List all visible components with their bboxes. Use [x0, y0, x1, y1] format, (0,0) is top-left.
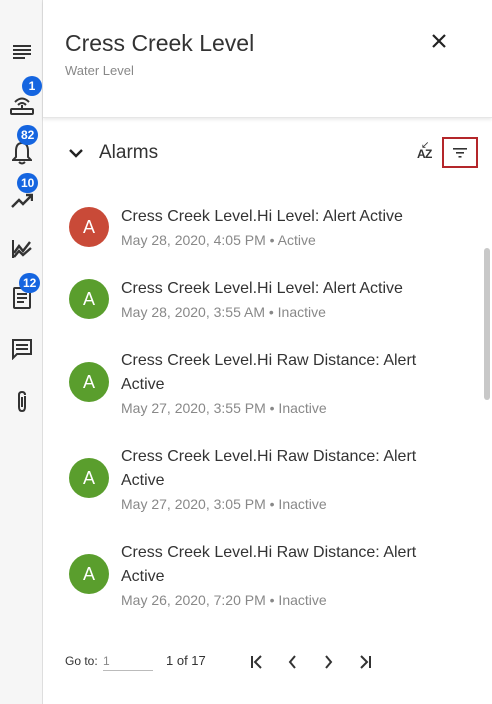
- last-page-button[interactable]: [353, 650, 377, 674]
- report-icon[interactable]: 12: [0, 273, 43, 318]
- section-title: Alarms: [99, 142, 159, 163]
- avatar: A: [69, 554, 109, 594]
- goto-page-input[interactable]: [103, 651, 153, 671]
- alarm-meta: May 26, 2020, 7:20 PM • Inactive: [121, 592, 327, 608]
- avatar: A: [69, 279, 109, 319]
- chevron-left-icon: [288, 655, 296, 669]
- list-scrollbar[interactable]: [484, 248, 490, 400]
- alarms-badge: 82: [17, 125, 39, 145]
- alarms-section-header: Alarms ↙ A Z: [43, 132, 492, 174]
- alarm-meta: May 27, 2020, 3:55 PM • Inactive: [121, 400, 327, 416]
- filter-icon: [453, 147, 467, 158]
- list-item[interactable]: A Cress Creek Level.Hi Raw Distance: Ale…: [43, 334, 473, 428]
- list-item[interactable]: A Cress Creek Level.Hi Raw Distance: Ale…: [43, 526, 473, 620]
- analytics-icon[interactable]: [0, 228, 43, 268]
- first-page-icon: [251, 655, 262, 669]
- message-icon[interactable]: [0, 329, 43, 369]
- sort-az-button[interactable]: ↙ A Z: [413, 140, 437, 166]
- list-item[interactable]: A Cress Creek Level.Hi Level: Alert Acti…: [43, 262, 473, 332]
- page-title: Cress Creek Level: [65, 30, 255, 56]
- chevron-right-icon: [325, 655, 333, 669]
- avatar: A: [69, 207, 109, 247]
- filter-button[interactable]: [442, 137, 478, 168]
- alarm-meta: May 27, 2020, 3:05 PM • Inactive: [121, 496, 327, 512]
- bell-icon[interactable]: 82: [0, 125, 43, 173]
- menu-icon[interactable]: [0, 32, 43, 72]
- collapse-button[interactable]: [65, 142, 87, 164]
- prev-page-button[interactable]: [281, 650, 305, 674]
- panel-header: Cress Creek Level Water Level: [43, 0, 492, 118]
- list-item[interactable]: A Cress Creek Level.Hi Raw Distance: Ale…: [43, 430, 473, 524]
- device-badge: 1: [22, 76, 42, 96]
- next-page-button[interactable]: [316, 650, 340, 674]
- alarm-title: Cress Creek Level.Hi Level: Alert Active: [121, 208, 403, 225]
- reports-badge: 12: [19, 273, 41, 293]
- goto-label: Go to:: [65, 654, 98, 668]
- pagination: Go to: 1 of 17: [43, 646, 492, 678]
- first-page-button[interactable]: [245, 650, 269, 674]
- alarm-title: Cress Creek Level.Hi Raw Distance: Alert…: [121, 448, 417, 489]
- trends-badge: 10: [17, 173, 39, 193]
- alarm-meta: May 28, 2020, 4:05 PM • Active: [121, 232, 316, 248]
- alarm-title: Cress Creek Level.Hi Level: Alert Active: [121, 280, 403, 297]
- left-rail: 1 82 10 12: [0, 0, 43, 704]
- attachment-icon[interactable]: [0, 382, 43, 422]
- last-page-icon: [360, 655, 371, 669]
- device-icon[interactable]: 1: [0, 76, 43, 124]
- trend-icon[interactable]: 10: [0, 173, 43, 220]
- alarm-meta: May 28, 2020, 3:55 AM • Inactive: [121, 304, 326, 320]
- page-count: 1 of 17: [166, 653, 206, 668]
- chevron-down-icon: [69, 149, 83, 158]
- detail-panel: Cress Creek Level Water Level Alarms ↙ A…: [43, 0, 492, 704]
- list-item[interactable]: A Cress Creek Level.Hi Level: Alert Acti…: [43, 190, 473, 260]
- sort-z-letter: Z: [425, 147, 433, 161]
- alarm-title: Cress Creek Level.Hi Raw Distance: Alert…: [121, 544, 417, 585]
- close-icon: [432, 34, 446, 48]
- page-subtitle: Water Level: [65, 63, 134, 78]
- avatar: A: [69, 362, 109, 402]
- close-button[interactable]: [425, 27, 453, 55]
- avatar: A: [69, 458, 109, 498]
- alarm-title: Cress Creek Level.Hi Raw Distance: Alert…: [121, 352, 417, 393]
- app-root: 1 82 10 12 Cress Creek Level Water Level: [0, 0, 492, 704]
